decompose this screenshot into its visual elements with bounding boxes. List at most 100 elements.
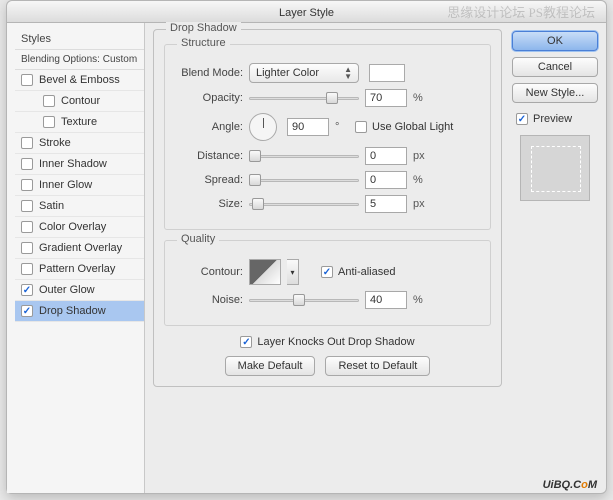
size-input[interactable] [365, 195, 407, 213]
noise-label: Noise: [173, 294, 243, 306]
checkbox-icon [516, 113, 528, 125]
quality-fieldset: Quality Contour: ▾ Anti-aliased Noise: % [164, 240, 491, 326]
sidebar-item-label: Drop Shadow [39, 305, 106, 317]
size-label: Size: [173, 198, 243, 210]
sidebar-item-color-overlay[interactable]: Color Overlay [15, 217, 144, 238]
noise-slider[interactable] [249, 293, 359, 307]
sidebar-item-inner-shadow[interactable]: Inner Shadow [15, 154, 144, 175]
checkbox-icon[interactable] [21, 305, 33, 317]
sidebar-header[interactable]: Styles [15, 29, 144, 49]
blend-mode-label: Blend Mode: [173, 67, 243, 79]
sidebar-item-contour[interactable]: Contour [15, 91, 144, 112]
angle-label: Angle: [173, 121, 243, 133]
angle-unit: ° [335, 121, 349, 133]
checkbox-icon[interactable] [21, 242, 33, 254]
knockout-checkbox[interactable]: Layer Knocks Out Drop Shadow [240, 336, 414, 348]
spread-slider[interactable] [249, 173, 359, 187]
updown-icon: ▲▼ [344, 66, 352, 80]
spread-input[interactable] [365, 171, 407, 189]
sidebar-item-gradient-overlay[interactable]: Gradient Overlay [15, 238, 144, 259]
new-style-button[interactable]: New Style... [512, 83, 598, 103]
blend-mode-select[interactable]: Lighter Color ▲▼ [249, 63, 359, 83]
contour-picker[interactable] [249, 259, 281, 285]
main-panel: Drop Shadow Structure Blend Mode: Lighte… [145, 23, 510, 493]
antialiased-checkbox[interactable]: Anti-aliased [321, 266, 395, 278]
distance-unit: px [413, 150, 427, 162]
blending-options-row[interactable]: Blending Options: Custom [15, 49, 144, 70]
checkbox-icon[interactable] [21, 263, 33, 275]
checkbox-icon [240, 336, 252, 348]
sidebar-item-label: Contour [61, 95, 100, 107]
checkbox-icon[interactable] [43, 95, 55, 107]
distance-label: Distance: [173, 150, 243, 162]
checkbox-icon [321, 266, 333, 278]
titlebar: Layer Style [7, 1, 606, 23]
sidebar-item-label: Gradient Overlay [39, 242, 122, 254]
sidebar-item-label: Bevel & Emboss [39, 74, 120, 86]
opacity-unit: % [413, 92, 427, 104]
checkbox-icon[interactable] [21, 284, 33, 296]
distance-input[interactable] [365, 147, 407, 165]
sidebar-item-texture[interactable]: Texture [15, 112, 144, 133]
panel-title: Drop Shadow [166, 22, 241, 34]
knockout-label: Layer Knocks Out Drop Shadow [257, 336, 414, 348]
sidebar-item-bevel-emboss[interactable]: Bevel & Emboss [15, 70, 144, 91]
distance-slider[interactable] [249, 149, 359, 163]
sidebar-item-label: Pattern Overlay [39, 263, 115, 275]
checkbox-icon [355, 121, 367, 133]
sidebar-item-satin[interactable]: Satin [15, 196, 144, 217]
ok-button[interactable]: OK [512, 31, 598, 51]
noise-input[interactable] [365, 291, 407, 309]
sidebar-item-label: Outer Glow [39, 284, 95, 296]
structure-fieldset: Structure Blend Mode: Lighter Color▲▼ Op… [164, 44, 491, 230]
sidebar-item-outer-glow[interactable]: Outer Glow [15, 280, 144, 301]
checkbox-icon[interactable] [43, 116, 55, 128]
size-slider[interactable] [249, 197, 359, 211]
sidebar-item-label: Satin [39, 200, 64, 212]
sidebar-item-stroke[interactable]: Stroke [15, 133, 144, 154]
sidebar-item-label: Stroke [39, 137, 71, 149]
checkbox-icon[interactable] [21, 137, 33, 149]
angle-input[interactable] [287, 118, 329, 136]
styles-sidebar: Styles Blending Options: Custom Bevel & … [7, 23, 145, 493]
opacity-label: Opacity: [173, 92, 243, 104]
preview-checkbox[interactable]: Preview [516, 113, 598, 125]
checkbox-icon[interactable] [21, 74, 33, 86]
contour-label: Contour: [173, 266, 243, 278]
sidebar-item-drop-shadow[interactable]: Drop Shadow [15, 301, 144, 322]
checkbox-icon[interactable] [21, 158, 33, 170]
spread-label: Spread: [173, 174, 243, 186]
sidebar-item-label: Inner Shadow [39, 158, 107, 170]
size-unit: px [413, 198, 427, 210]
shadow-color-swatch[interactable] [369, 64, 405, 82]
preview-label: Preview [533, 113, 572, 125]
opacity-input[interactable] [365, 89, 407, 107]
angle-dial[interactable] [249, 113, 277, 141]
sidebar-item-inner-glow[interactable]: Inner Glow [15, 175, 144, 196]
opacity-slider[interactable] [249, 91, 359, 105]
spread-unit: % [413, 174, 427, 186]
right-panel: OK Cancel New Style... Preview [510, 23, 606, 493]
checkbox-icon[interactable] [21, 221, 33, 233]
global-light-checkbox[interactable]: Use Global Light [355, 121, 453, 133]
reset-default-button[interactable]: Reset to Default [325, 356, 430, 376]
checkbox-icon[interactable] [21, 179, 33, 191]
checkbox-icon[interactable] [21, 200, 33, 212]
cancel-button[interactable]: Cancel [512, 57, 598, 77]
preview-thumbnail [520, 135, 590, 201]
layer-style-dialog: Layer Style Styles Blending Options: Cus… [6, 0, 607, 494]
antialiased-label: Anti-aliased [338, 266, 395, 278]
sidebar-item-label: Texture [61, 116, 97, 128]
noise-unit: % [413, 294, 427, 306]
sidebar-item-label: Color Overlay [39, 221, 106, 233]
sidebar-item-pattern-overlay[interactable]: Pattern Overlay [15, 259, 144, 280]
global-light-label: Use Global Light [372, 121, 453, 133]
drop-shadow-fieldset: Drop Shadow Structure Blend Mode: Lighte… [153, 29, 502, 387]
make-default-button[interactable]: Make Default [225, 356, 316, 376]
blend-mode-value: Lighter Color [256, 67, 319, 79]
structure-legend: Structure [177, 37, 230, 49]
sidebar-item-label: Inner Glow [39, 179, 92, 191]
quality-legend: Quality [177, 233, 219, 245]
contour-dropdown-icon[interactable]: ▾ [287, 259, 299, 285]
window-title: Layer Style [279, 7, 334, 19]
